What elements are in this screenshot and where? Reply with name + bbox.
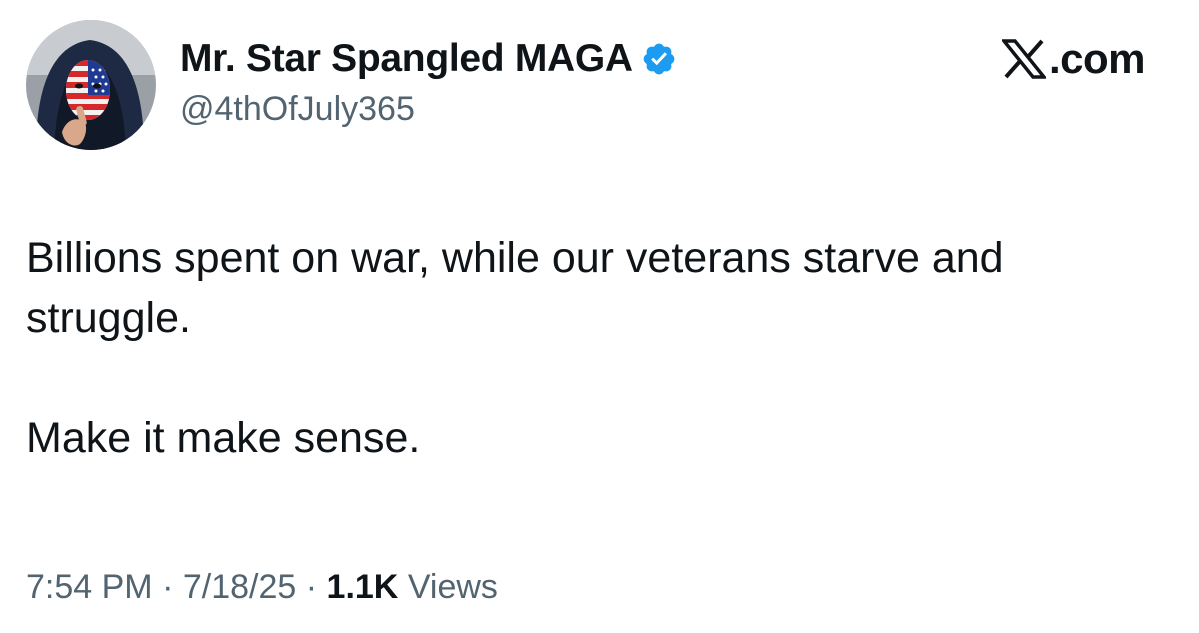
user-handle[interactable]: @4thOfJuly365 bbox=[180, 90, 677, 129]
meta-separator: · bbox=[305, 568, 318, 606]
views-count: 1.1K bbox=[326, 568, 399, 606]
display-name[interactable]: Mr. Star Spangled MAGA bbox=[180, 37, 633, 81]
author-block: Mr. Star Spangled MAGA @4thOfJuly365 bbox=[180, 34, 677, 129]
x-logo-icon bbox=[1000, 39, 1048, 79]
meta-separator: · bbox=[162, 568, 174, 606]
brand-domain-suffix: .com bbox=[1048, 35, 1146, 82]
name-row: Mr. Star Spangled MAGA bbox=[180, 34, 677, 84]
verified-badge-icon[interactable] bbox=[641, 41, 677, 77]
tweet-date[interactable]: 7/18/25 bbox=[183, 568, 296, 606]
masked-person-avatar-icon bbox=[26, 20, 156, 150]
tweet-text: Billions spent on war, while our veteran… bbox=[26, 228, 1176, 468]
x-com-brand: .com bbox=[1000, 34, 1146, 84]
avatar[interactable] bbox=[26, 20, 156, 150]
tweet-paragraph: Billions spent on war, while our veteran… bbox=[26, 234, 1004, 342]
tweet-paragraph: Make it make sense. bbox=[26, 414, 421, 462]
tweet-card: Mr. Star Spangled MAGA @4thOfJuly365 .co… bbox=[0, 0, 1199, 633]
views-label: Views bbox=[407, 568, 498, 606]
tweet-meta: 7:54 PM · 7/18/25 · 1.1K Views bbox=[26, 568, 498, 607]
tweet-time[interactable]: 7:54 PM bbox=[26, 568, 153, 606]
